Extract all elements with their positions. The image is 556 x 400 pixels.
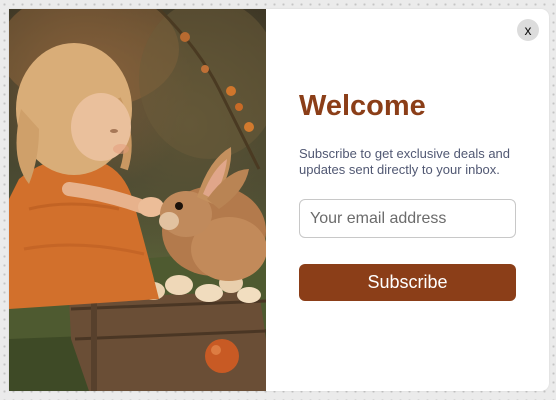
subscribe-button[interactable]: Subscribe <box>299 264 516 301</box>
close-button[interactable]: x <box>517 19 539 41</box>
newsletter-popup: x Welcome Subscribe to get exclusive dea… <box>9 9 549 391</box>
popup-title: Welcome <box>299 90 426 122</box>
email-field[interactable] <box>299 199 516 238</box>
hero-image <box>9 9 266 391</box>
popup-subtitle: Subscribe to get exclusive deals and upd… <box>299 146 511 177</box>
